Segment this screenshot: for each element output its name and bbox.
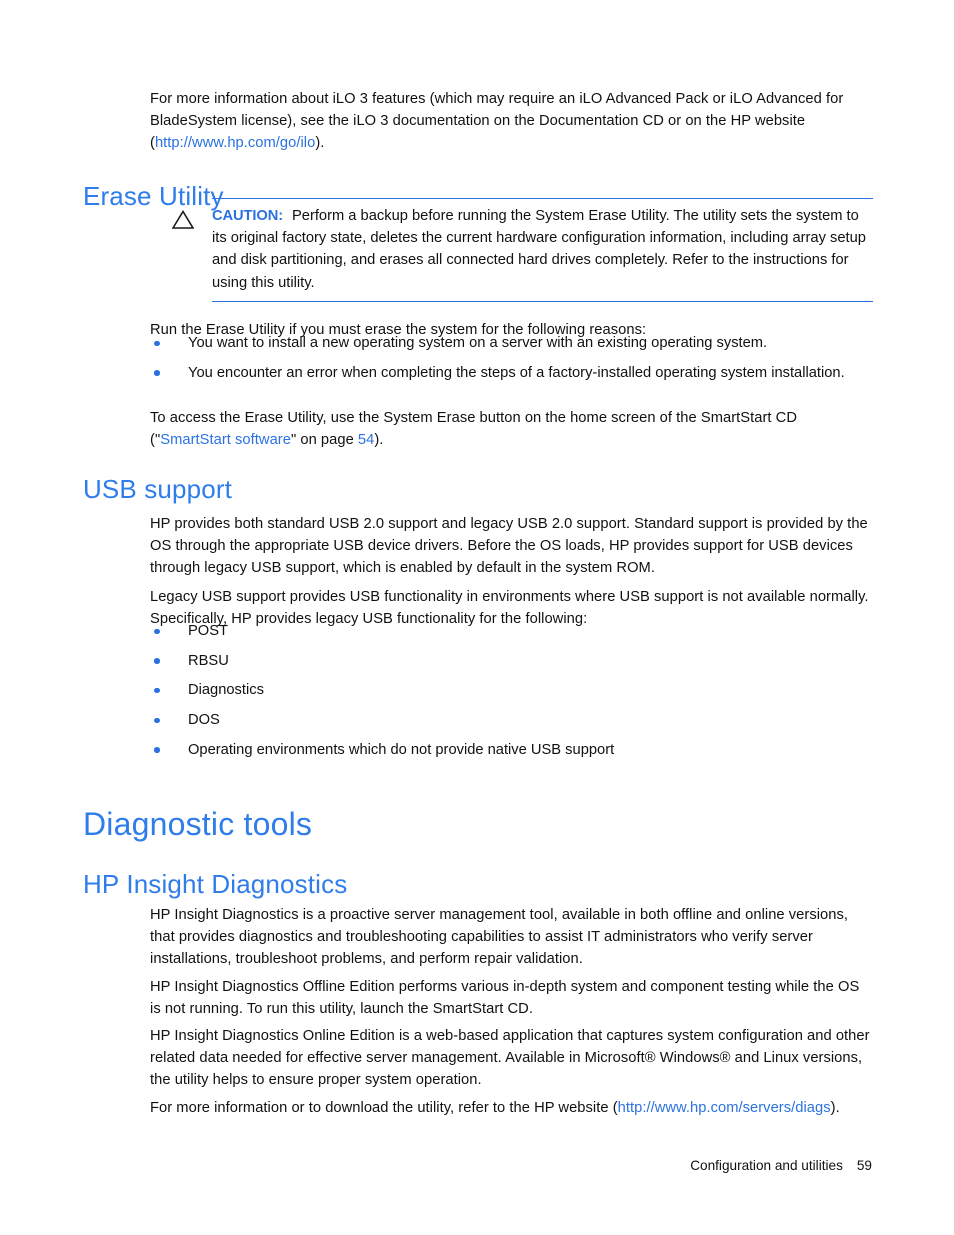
smartstart-software-link[interactable]: SmartStart software xyxy=(160,432,291,448)
hp-diags-website-link[interactable]: http://www.hp.com/servers/diags xyxy=(618,1100,831,1116)
erase-utility-closing-paragraph: To access the Erase Utility, use the Sys… xyxy=(150,407,872,451)
caution-text-container: CAUTION: Perform a backup before running … xyxy=(212,205,873,294)
closing-text-before-link: For more information or to download the … xyxy=(150,1099,618,1116)
caution-admonition: CAUTION: Perform a backup before running … xyxy=(168,198,873,302)
bullet-dot-icon xyxy=(154,658,160,664)
list-item: RBSU xyxy=(152,650,874,672)
list-item-label: Operating environments which do not prov… xyxy=(188,741,615,758)
list-item: You want to install a new operating syst… xyxy=(152,332,874,354)
bullet-dot-icon xyxy=(154,370,160,376)
footer-page-number: 59 xyxy=(856,1158,872,1173)
ilo-documentation-link[interactable]: http://www.hp.com/go/ilo xyxy=(155,135,315,151)
bullet-dot-icon xyxy=(154,747,160,753)
list-item: You encounter an error when completing t… xyxy=(152,362,874,384)
caution-text: Perform a backup before running the Syst… xyxy=(212,208,866,291)
caution-label: CAUTION: xyxy=(212,208,283,224)
list-item-label: POST xyxy=(188,623,228,639)
hp-insight-closing-paragraph: For more information or to download the … xyxy=(150,1097,890,1119)
intro-paragraph: For more information about iLO 3 feature… xyxy=(150,88,872,155)
list-item: Diagnostics xyxy=(152,679,874,701)
closing-text-middle: " on page xyxy=(290,431,358,448)
heading-usb-support: USB support xyxy=(83,473,233,504)
warning-triangle-icon xyxy=(171,209,195,229)
list-item-label: You encounter an error when completing t… xyxy=(188,364,845,381)
bullet-dot-icon xyxy=(154,340,160,346)
list-item: Operating environments which do not prov… xyxy=(152,739,874,761)
closing-text-after: ). xyxy=(374,431,384,448)
list-item-label: RBSU xyxy=(188,652,229,669)
list-item: DOS xyxy=(152,709,874,731)
hp-insight-paragraph-1: HP Insight Diagnostics is a proactive se… xyxy=(150,906,849,968)
bullet-dot-icon xyxy=(154,628,160,634)
hp-insight-paragraph-2: HP Insight Diagnostics Offline Edition p… xyxy=(150,978,860,1017)
list-item-label: Diagnostics xyxy=(188,682,264,699)
usb-support-bullet-list: POST RBSU Diagnostics DOS Operating envi… xyxy=(152,620,874,761)
page-footer: Configuration and utilities 59 xyxy=(0,1158,872,1173)
caution-bottom-rule xyxy=(212,300,873,302)
bullet-dot-icon xyxy=(154,717,160,724)
list-item: POST xyxy=(152,620,874,642)
hp-insight-paragraph-3: HP Insight Diagnostics Online Edition is… xyxy=(150,1027,870,1089)
page-reference-link[interactable]: 54 xyxy=(358,432,374,448)
caution-body: CAUTION: Perform a backup before running … xyxy=(168,199,873,301)
document-page: For more information about iLO 3 feature… xyxy=(0,0,954,1235)
intro-text-after-link: ). xyxy=(315,135,325,152)
list-item-label: You want to install a new operating syst… xyxy=(188,335,768,351)
heading-diagnostic-tools: Diagnostic tools xyxy=(83,806,313,843)
erase-utility-bullet-list: You want to install a new operating syst… xyxy=(152,332,874,391)
closing-text-after-link: ). xyxy=(830,1099,840,1116)
bullet-dot-icon xyxy=(154,687,160,694)
heading-hp-insight-diagnostics: HP Insight Diagnostics xyxy=(83,868,348,899)
list-item-label: DOS xyxy=(188,712,220,729)
usb-support-paragraph-1: HP provides both standard USB 2.0 suppor… xyxy=(150,515,868,577)
footer-chapter-label: Configuration and utilities xyxy=(690,1158,843,1173)
